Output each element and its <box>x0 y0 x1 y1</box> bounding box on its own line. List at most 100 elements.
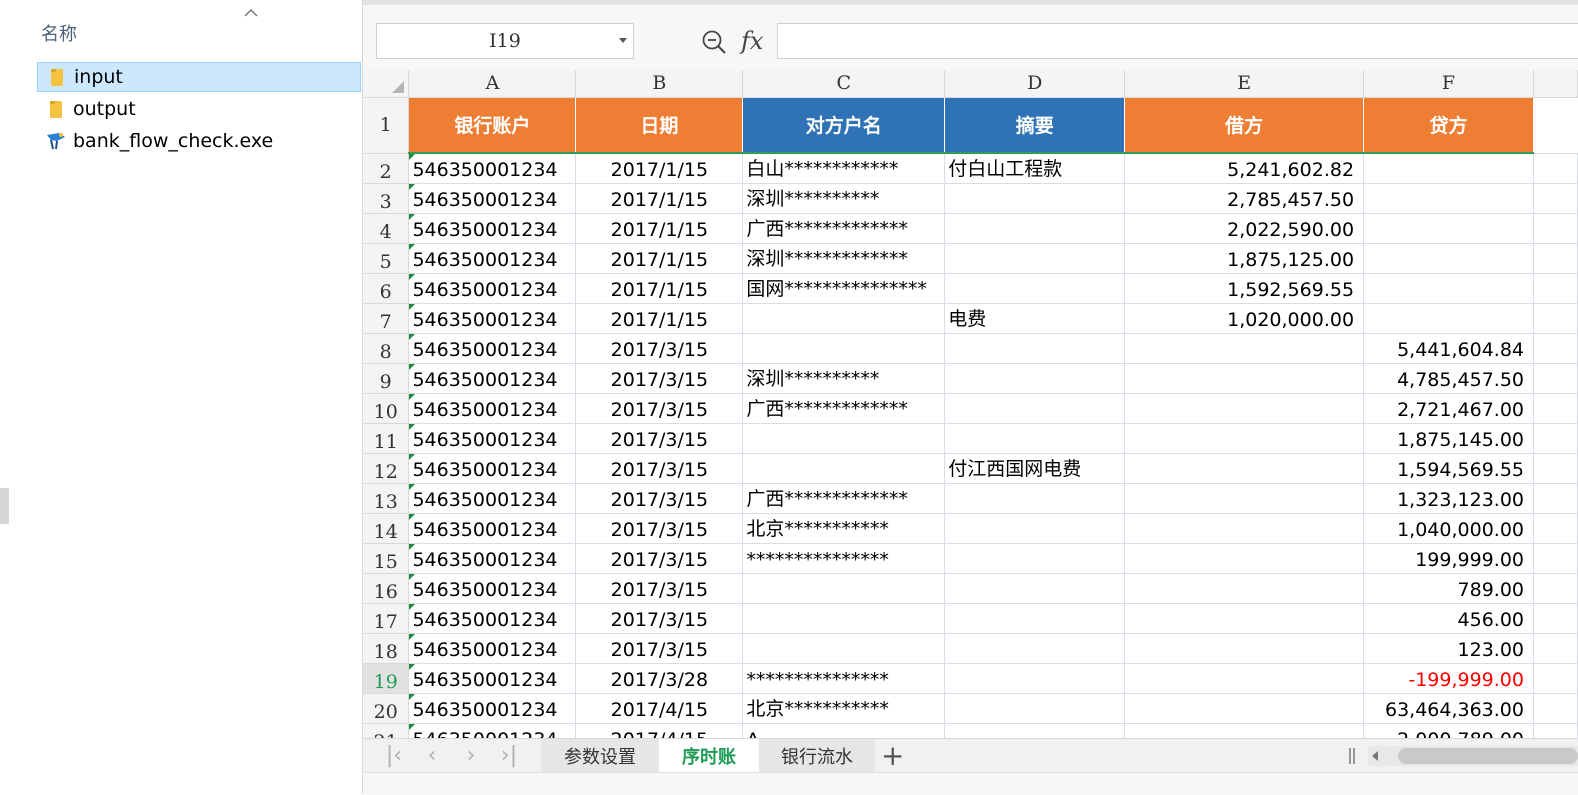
header-cell-date[interactable]: 日期 <box>575 97 744 154</box>
cell-debit[interactable] <box>1124 513 1365 544</box>
cell-bank-account[interactable]: 546350001234 <box>408 243 577 274</box>
cell-date[interactable]: 2017/3/15 <box>575 633 744 664</box>
prev-sheet-nav-icon[interactable]: ‹ <box>419 743 445 769</box>
cell-debit[interactable]: 2,022,590.00 <box>1124 213 1365 244</box>
cell-counterparty[interactable]: 广西************* <box>742 393 946 424</box>
cell-bank-account[interactable]: 546350001234 <box>408 213 577 244</box>
cell-credit[interactable]: 456.00 <box>1363 603 1534 634</box>
cell-credit[interactable]: -199,999.00 <box>1363 663 1534 694</box>
horizontal-scrollbar-thumb[interactable] <box>1398 748 1578 764</box>
cell-counterparty[interactable]: 深圳************* <box>742 243 946 274</box>
cell-bank-account[interactable]: 546350001234 <box>408 363 577 394</box>
cell-debit[interactable] <box>1124 603 1365 634</box>
explorer-scrollbar-thumb[interactable] <box>0 488 9 524</box>
cell-counterparty[interactable]: 广西************* <box>742 483 946 514</box>
empty-cell[interactable] <box>1533 183 1578 214</box>
file-item-input[interactable]: input <box>37 62 361 92</box>
cell-counterparty[interactable]: *************** <box>742 543 946 574</box>
empty-cell[interactable] <box>1533 543 1578 574</box>
cell-summary[interactable] <box>944 633 1126 664</box>
cell-date[interactable]: 2017/3/15 <box>575 423 744 454</box>
cell-bank-account[interactable]: 546350001234 <box>408 573 577 604</box>
cell-date[interactable]: 2017/3/28 <box>575 663 744 694</box>
scroll-left-arrow-icon[interactable] <box>1372 751 1378 761</box>
sheet-tab-bank-flow[interactable]: 银行流水 <box>759 739 875 773</box>
cell-bank-account[interactable]: 546350001234 <box>408 303 577 334</box>
cell-debit[interactable] <box>1124 633 1365 664</box>
cell-counterparty[interactable]: 深圳********** <box>742 183 946 214</box>
cell-bank-account[interactable]: 546350001234 <box>408 543 577 574</box>
cell-summary[interactable] <box>944 243 1126 274</box>
cell-date[interactable]: 2017/4/15 <box>575 723 744 738</box>
name-column-header[interactable]: 名称 <box>41 20 77 46</box>
cell-summary[interactable] <box>944 393 1126 424</box>
row-number[interactable]: 19 <box>363 663 410 694</box>
cell-credit[interactable]: 199,999.00 <box>1363 543 1534 574</box>
cell-counterparty[interactable]: 北京*********** <box>742 693 946 724</box>
header-cell-credit[interactable]: 贷方 <box>1363 97 1534 154</box>
cell-credit[interactable]: 789.00 <box>1363 573 1534 604</box>
cell-summary[interactable]: 付江西国网电费 <box>944 453 1126 484</box>
cell-counterparty[interactable]: A <box>742 723 946 738</box>
column-header-e[interactable]: E <box>1124 70 1365 98</box>
sort-up-chevron-icon[interactable] <box>244 8 258 18</box>
empty-cell[interactable] <box>1533 573 1578 604</box>
row-number[interactable]: 21 <box>363 723 410 738</box>
cell-summary[interactable] <box>944 183 1126 214</box>
cell-debit[interactable] <box>1124 363 1365 394</box>
column-header-f[interactable]: F <box>1363 70 1534 98</box>
row-number[interactable]: 6 <box>363 273 410 304</box>
cell-date[interactable]: 2017/3/15 <box>575 513 744 544</box>
cell-credit[interactable]: 5,441,604.84 <box>1363 333 1534 364</box>
cell-credit[interactable]: 63,464,363.00 <box>1363 693 1534 724</box>
cell-summary[interactable]: 电费 <box>944 303 1126 334</box>
cell-date[interactable]: 2017/1/15 <box>575 273 744 304</box>
cell-debit[interactable] <box>1124 723 1365 738</box>
header-cell-counterparty[interactable]: 对方户名 <box>742 97 946 154</box>
cell-credit[interactable] <box>1363 303 1534 334</box>
cell-debit[interactable]: 5,241,602.82 <box>1124 153 1365 184</box>
empty-cell[interactable] <box>1533 663 1578 694</box>
select-all-corner[interactable] <box>363 70 410 98</box>
empty-cell[interactable] <box>1533 303 1578 334</box>
cell-date[interactable]: 2017/3/15 <box>575 603 744 634</box>
cell-bank-account[interactable]: 546350001234 <box>408 183 577 214</box>
column-header-c[interactable]: C <box>742 70 946 98</box>
row-number[interactable]: 11 <box>363 423 410 454</box>
cell-date[interactable]: 2017/3/15 <box>575 573 744 604</box>
empty-cell[interactable] <box>1533 603 1578 634</box>
cell-counterparty[interactable] <box>742 453 946 484</box>
cell-bank-account[interactable]: 546350001234 <box>408 483 577 514</box>
cell-summary[interactable] <box>944 603 1126 634</box>
name-box-dropdown-icon[interactable] <box>619 38 627 43</box>
first-sheet-nav-icon[interactable]: |‹ <box>381 743 407 769</box>
row-number[interactable]: 2 <box>363 153 410 184</box>
cell-credit[interactable] <box>1363 243 1534 274</box>
cell-summary[interactable] <box>944 273 1126 304</box>
cell-credit[interactable] <box>1363 213 1534 244</box>
cell-date[interactable]: 2017/1/15 <box>575 213 744 244</box>
cell-bank-account[interactable]: 546350001234 <box>408 513 577 544</box>
row-number[interactable]: 16 <box>363 573 410 604</box>
file-item-output[interactable]: output <box>37 94 361 124</box>
cell-debit[interactable] <box>1124 453 1365 484</box>
empty-cell[interactable] <box>1533 273 1578 304</box>
cell-date[interactable]: 2017/3/15 <box>575 363 744 394</box>
cell-date[interactable]: 2017/4/15 <box>575 693 744 724</box>
cell-summary[interactable] <box>944 543 1126 574</box>
row-number[interactable]: 18 <box>363 633 410 664</box>
empty-cell[interactable] <box>1533 483 1578 514</box>
cell-counterparty[interactable]: *************** <box>742 663 946 694</box>
row-number[interactable]: 10 <box>363 393 410 424</box>
cell-summary[interactable] <box>944 333 1126 364</box>
cell-counterparty[interactable]: 白山************ <box>742 153 946 184</box>
cell-counterparty[interactable] <box>742 573 946 604</box>
cell-bank-account[interactable]: 546350001234 <box>408 453 577 484</box>
cell-credit[interactable]: 1,875,145.00 <box>1363 423 1534 454</box>
cell-debit[interactable]: 2,785,457.50 <box>1124 183 1365 214</box>
cell-bank-account[interactable]: 546350001234 <box>408 423 577 454</box>
cell-debit[interactable] <box>1124 543 1365 574</box>
cell-bank-account[interactable]: 546350001234 <box>408 663 577 694</box>
horizontal-scrollbar[interactable] <box>1368 746 1578 766</box>
empty-cell[interactable] <box>1533 363 1578 394</box>
